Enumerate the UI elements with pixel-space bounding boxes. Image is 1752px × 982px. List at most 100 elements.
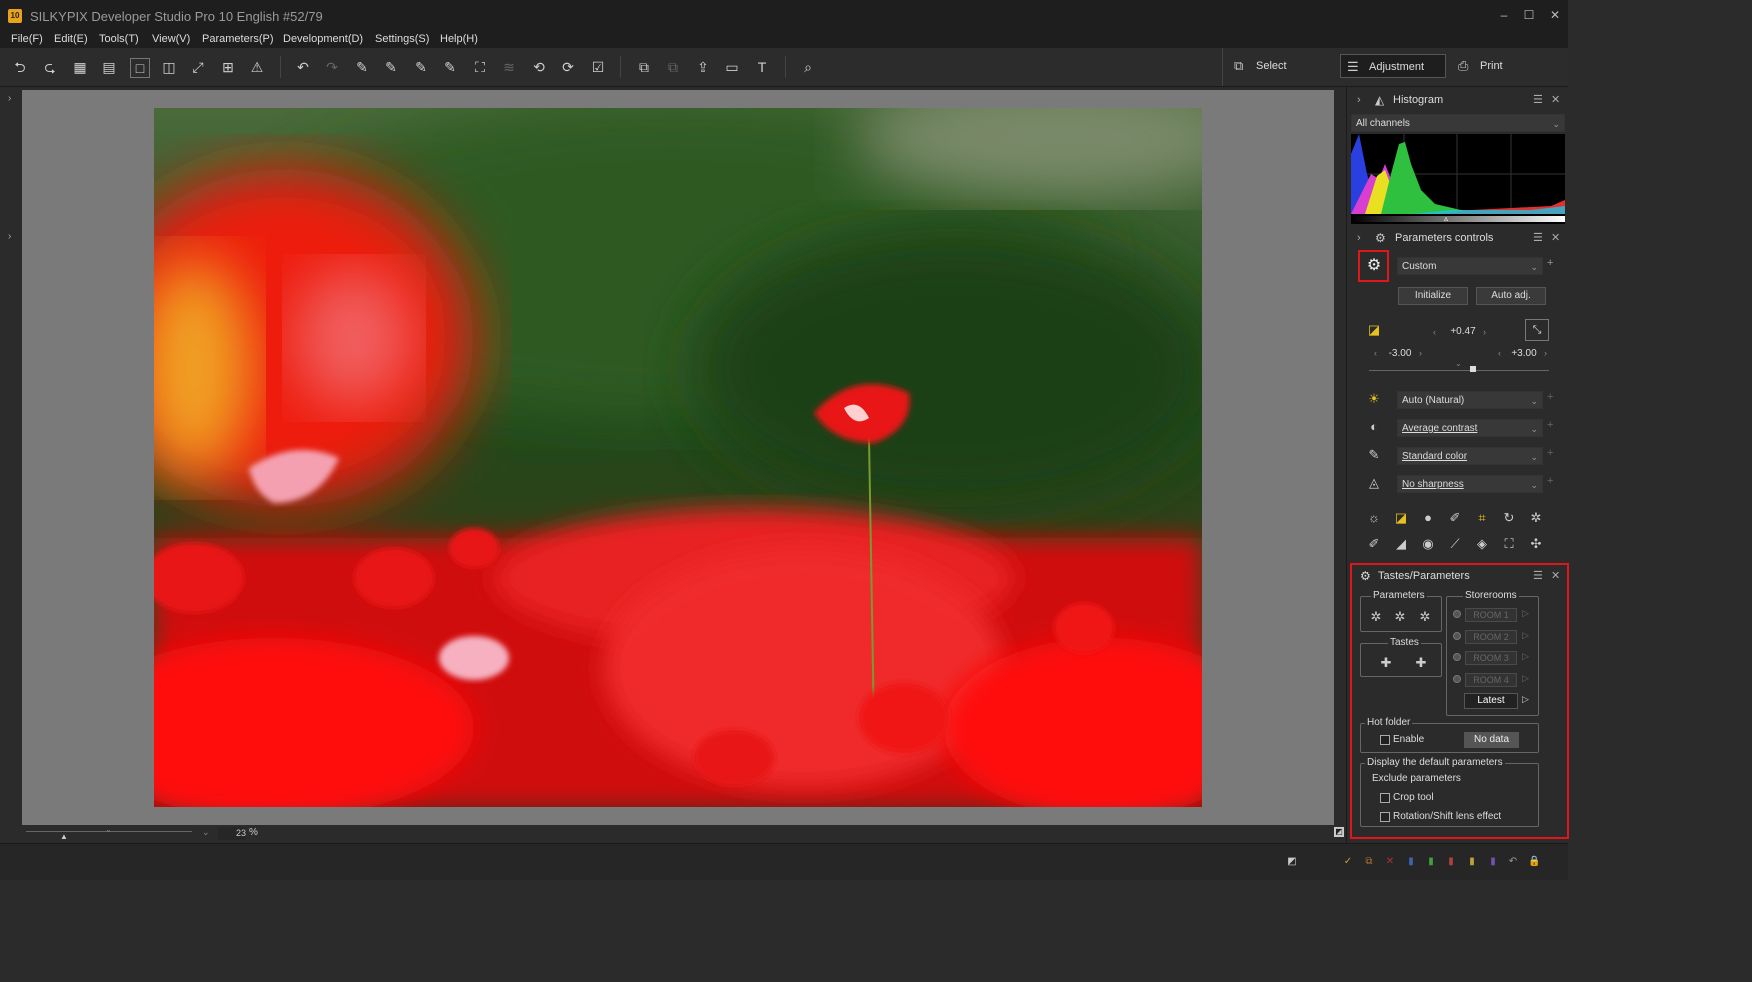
- batch-develop-icon[interactable]: ⧉: [664, 58, 682, 76]
- exposure-min-value[interactable]: -3.00: [1381, 348, 1419, 359]
- color-picker-tool-icon[interactable]: ✐: [1446, 509, 1464, 527]
- panel-menu-icon[interactable]: ☰: [1533, 227, 1543, 249]
- sharpness-select[interactable]: No sharpness ⌄: [1397, 475, 1543, 493]
- color-brush-icon[interactable]: ✎: [1365, 446, 1383, 464]
- gear-icon[interactable]: ⚙: [1364, 256, 1384, 276]
- mark-icon[interactable]: ☑: [589, 58, 607, 76]
- decrease-arrow-icon[interactable]: ‹: [1498, 348, 1501, 358]
- exposure-auto-icon[interactable]: ⤡: [1525, 319, 1549, 341]
- frame-tool-icon[interactable]: ⌗: [1473, 509, 1491, 527]
- histogram-marker[interactable]: ▵: [1444, 214, 1448, 223]
- room-3-button[interactable]: ROOM 3: [1465, 651, 1517, 665]
- decrease-arrow-icon[interactable]: ‹: [1433, 327, 1436, 337]
- menu-development[interactable]: Development(D): [283, 32, 363, 48]
- select-mode-button[interactable]: ⧉ Select: [1228, 54, 1328, 78]
- close-button[interactable]: ✕: [1543, 6, 1567, 24]
- sharpness-icon[interactable]: ◬: [1365, 474, 1383, 492]
- warning-icon[interactable]: ⚠: [248, 58, 266, 76]
- room-radio[interactable]: [1453, 675, 1461, 683]
- copy-parameters-icon[interactable]: ✲: [1367, 608, 1385, 626]
- add-taste-icon[interactable]: +: [1547, 257, 1553, 269]
- reject-icon[interactable]: ✕: [1384, 856, 1396, 868]
- menu-view[interactable]: View(V): [152, 32, 190, 48]
- retouch-icon[interactable]: ✐: [1365, 535, 1383, 553]
- next-image-icon[interactable]: ⮎: [41, 58, 59, 76]
- expand-left-panel-icon[interactable]: ›: [8, 93, 11, 104]
- vertical-scrollbar[interactable]: [1334, 90, 1346, 825]
- undo-icon[interactable]: ↶: [294, 58, 312, 76]
- apply-parameters-icon[interactable]: ✲: [1416, 608, 1434, 626]
- search-icon[interactable]: ⌕: [799, 58, 817, 76]
- label-blue-icon[interactable]: ▮: [1405, 856, 1417, 868]
- gradient-icon[interactable]: ◢: [1392, 535, 1410, 553]
- compare-view-icon[interactable]: ◫: [160, 58, 178, 76]
- add-icon[interactable]: +: [1547, 447, 1553, 459]
- room-4-button[interactable]: ROOM 4: [1465, 673, 1517, 687]
- panel-close-icon[interactable]: ✕: [1551, 565, 1560, 587]
- filmstrip-view-icon[interactable]: ▤: [100, 58, 118, 76]
- panel-close-icon[interactable]: ✕: [1551, 89, 1560, 111]
- crop-tool-checkbox[interactable]: [1380, 793, 1390, 803]
- rotate-tool-icon[interactable]: ↻: [1500, 509, 1518, 527]
- room-1-button[interactable]: ROOM 1: [1465, 608, 1517, 622]
- lens-tool-icon[interactable]: ✣: [1527, 535, 1545, 553]
- label-purple-icon[interactable]: ▮: [1487, 856, 1499, 868]
- room-radio[interactable]: [1453, 610, 1461, 618]
- enable-checkbox[interactable]: [1380, 735, 1390, 745]
- parameters-controls-header[interactable]: › ⚙ Parameters controls ☰ ✕: [1347, 227, 1569, 249]
- no-data-button[interactable]: No data: [1464, 732, 1519, 748]
- dropper-icon[interactable]: ✎: [441, 58, 459, 76]
- print-mode-button[interactable]: ⎙ Print: [1452, 54, 1532, 78]
- rotation-shift-checkbox[interactable]: [1380, 812, 1390, 822]
- exposure-value[interactable]: +0.47: [1443, 326, 1483, 337]
- panel-menu-icon[interactable]: ☰: [1533, 89, 1543, 111]
- play-arrow-icon[interactable]: ▷: [1522, 694, 1529, 705]
- thumbnail-view-icon[interactable]: ▦: [71, 58, 89, 76]
- play-arrow-icon[interactable]: ▷: [1522, 673, 1529, 684]
- preview-photo[interactable]: [154, 108, 1202, 807]
- tastes-parameters-header[interactable]: ⚙ Tastes/Parameters ☰ ✕: [1353, 565, 1565, 587]
- decrease-arrow-icon[interactable]: ‹: [1374, 348, 1377, 358]
- adjustment-mode-button[interactable]: ☰ Adjustment: [1340, 54, 1446, 78]
- navigator-icon[interactable]: ◩: [1334, 827, 1344, 837]
- noise-tool-icon[interactable]: ✲: [1527, 509, 1545, 527]
- label-green-icon[interactable]: ▮: [1425, 856, 1437, 868]
- label-yellow-icon[interactable]: ▮: [1466, 856, 1478, 868]
- exposure-slider-track[interactable]: [1369, 370, 1549, 371]
- develop-icon[interactable]: ⧉: [635, 58, 653, 76]
- collapse-arrow-icon[interactable]: ›: [1357, 227, 1361, 249]
- maximize-button[interactable]: ☐: [1517, 6, 1541, 24]
- white-balance-icon[interactable]: ☀: [1365, 390, 1383, 408]
- label-red-icon[interactable]: ▮: [1445, 856, 1457, 868]
- taste-select[interactable]: Custom ⌄: [1397, 257, 1543, 275]
- exposure-max-value[interactable]: +3.00: [1505, 348, 1543, 359]
- increase-arrow-icon[interactable]: ›: [1483, 327, 1486, 337]
- add-icon[interactable]: +: [1547, 475, 1553, 487]
- increase-arrow-icon[interactable]: ›: [1544, 348, 1547, 358]
- apply-taste-icon[interactable]: ✚: [1412, 654, 1430, 672]
- menu-help[interactable]: Help(H): [440, 32, 478, 48]
- undo-mark-icon[interactable]: ↶: [1507, 856, 1519, 868]
- contrast-select[interactable]: Average contrast ⌄: [1397, 419, 1543, 437]
- zoom-input[interactable]: 23: [218, 827, 246, 840]
- histogram-header[interactable]: › ◭ Histogram ☰ ✕: [1347, 89, 1569, 111]
- collapse-arrow-icon[interactable]: ›: [1357, 89, 1361, 111]
- color-select[interactable]: Standard color ⌄: [1397, 447, 1543, 465]
- text-tool-icon[interactable]: T: [753, 58, 771, 76]
- paste-parameters-icon[interactable]: ✲: [1391, 608, 1409, 626]
- contrast-icon[interactable]: ◐: [1365, 418, 1383, 436]
- add-icon[interactable]: +: [1547, 391, 1553, 403]
- crop-transform-icon[interactable]: ⛶: [471, 58, 489, 76]
- check-mark-icon[interactable]: ✓: [1342, 856, 1354, 868]
- initialize-button[interactable]: Initialize: [1398, 287, 1468, 305]
- increase-arrow-icon[interactable]: ›: [1419, 348, 1422, 358]
- histogram-channel-select[interactable]: All channels ⌄: [1351, 114, 1565, 132]
- edit-icon[interactable]: ◩: [1286, 856, 1298, 868]
- monitor-icon[interactable]: ▭: [723, 58, 741, 76]
- zoom-slider-thumb[interactable]: ▲: [60, 832, 68, 841]
- zoom-decrease-icon[interactable]: ⌄: [202, 827, 210, 838]
- room-radio[interactable]: [1453, 653, 1461, 661]
- play-arrow-icon[interactable]: ▷: [1522, 608, 1529, 619]
- fullscreen-icon[interactable]: ⤢: [189, 58, 207, 76]
- exposure-ball-icon[interactable]: ●: [1419, 509, 1437, 527]
